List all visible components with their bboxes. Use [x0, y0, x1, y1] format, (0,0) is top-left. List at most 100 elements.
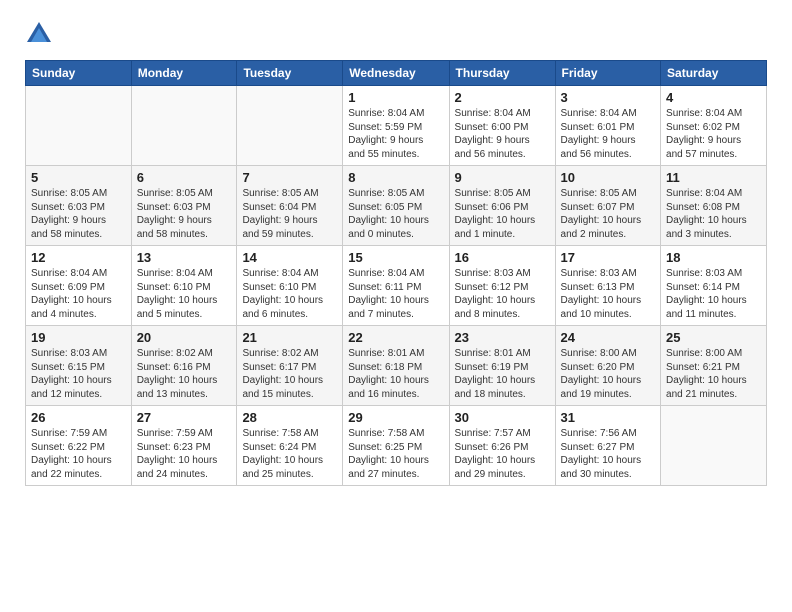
calendar-cell: 23 Sunrise: 8:01 AM Sunset: 6:19 PM Dayli…: [449, 326, 555, 406]
day-info: Sunrise: 8:05 AM Sunset: 6:05 PM Dayligh…: [348, 187, 443, 241]
day-number: 23: [455, 330, 550, 345]
calendar-cell: 17 Sunrise: 8:03 AM Sunset: 6:13 PM Dayli…: [555, 246, 661, 326]
day-number: 8: [348, 170, 443, 185]
day-info: Sunrise: 8:05 AM Sunset: 6:04 PM Dayligh…: [242, 187, 337, 241]
day-number: 1: [348, 90, 443, 105]
calendar-cell: 11Sunrise: 8:04 AM Sunset: 6:08 PM Dayli…: [661, 166, 767, 246]
calendar-cell: 1 Sunrise: 8:04 AM Sunset: 5:59 PM Daylig…: [343, 86, 449, 166]
day-number: 28: [242, 410, 337, 425]
day-info: Sunrise: 7:56 AM Sunset: 6:27 PM Dayligh…: [561, 427, 656, 481]
calendar-cell: 20 Sunrise: 8:02 AM Sunset: 6:16 PM Dayli…: [131, 326, 237, 406]
calendar-cell: 18 Sunrise: 8:03 AM Sunset: 6:14 PM Dayli…: [661, 246, 767, 326]
calendar-week-1: 1 Sunrise: 8:04 AM Sunset: 5:59 PM Daylig…: [26, 86, 767, 166]
calendar-cell: [237, 86, 343, 166]
calendar-cell: 27 Sunrise: 7:59 AM Sunset: 6:23 PM Dayli…: [131, 406, 237, 486]
calendar-cell: 29Sunrise: 7:58 AM Sunset: 6:25 PM Dayli…: [343, 406, 449, 486]
day-number: 16: [455, 250, 550, 265]
calendar-cell: 14 Sunrise: 8:04 AM Sunset: 6:10 PM Dayli…: [237, 246, 343, 326]
calendar-body: 1 Sunrise: 8:04 AM Sunset: 5:59 PM Daylig…: [26, 86, 767, 486]
day-number: 3: [561, 90, 656, 105]
day-number: 5: [31, 170, 126, 185]
day-info: Sunrise: 7:57 AM Sunset: 6:26 PM Dayligh…: [455, 427, 550, 481]
day-header-tuesday: Tuesday: [237, 61, 343, 86]
day-info: Sunrise: 8:03 AM Sunset: 6:12 PM Dayligh…: [455, 267, 550, 321]
calendar-cell: 19Sunrise: 8:03 AM Sunset: 6:15 PM Dayli…: [26, 326, 132, 406]
calendar-week-5: 26 Sunrise: 7:59 AM Sunset: 6:22 PM Dayli…: [26, 406, 767, 486]
day-number: 27: [137, 410, 232, 425]
calendar-cell: 30 Sunrise: 7:57 AM Sunset: 6:26 PM Dayli…: [449, 406, 555, 486]
day-info: Sunrise: 7:58 AM Sunset: 6:24 PM Dayligh…: [242, 427, 337, 481]
day-info: Sunrise: 7:59 AM Sunset: 6:22 PM Dayligh…: [31, 427, 126, 481]
day-number: 22: [348, 330, 443, 345]
calendar-cell: 10Sunrise: 8:05 AM Sunset: 6:07 PM Dayli…: [555, 166, 661, 246]
day-number: 9: [455, 170, 550, 185]
day-info: Sunrise: 8:01 AM Sunset: 6:19 PM Dayligh…: [455, 347, 550, 401]
calendar-cell: [26, 86, 132, 166]
day-number: 15: [348, 250, 443, 265]
calendar-cell: 24 Sunrise: 8:00 AM Sunset: 6:20 PM Dayli…: [555, 326, 661, 406]
calendar-week-2: 5 Sunrise: 8:05 AM Sunset: 6:03 PM Daylig…: [26, 166, 767, 246]
day-info: Sunrise: 8:04 AM Sunset: 6:10 PM Dayligh…: [137, 267, 232, 321]
calendar-cell: 21 Sunrise: 8:02 AM Sunset: 6:17 PM Dayli…: [237, 326, 343, 406]
calendar-cell: 31 Sunrise: 7:56 AM Sunset: 6:27 PM Dayli…: [555, 406, 661, 486]
day-number: 13: [137, 250, 232, 265]
day-info: Sunrise: 8:04 AM Sunset: 6:01 PM Dayligh…: [561, 107, 656, 161]
day-info: Sunrise: 8:04 AM Sunset: 6:10 PM Dayligh…: [242, 267, 337, 321]
day-number: 14: [242, 250, 337, 265]
calendar-cell: 6 Sunrise: 8:05 AM Sunset: 6:03 PM Daylig…: [131, 166, 237, 246]
calendar-cell: 26 Sunrise: 7:59 AM Sunset: 6:22 PM Dayli…: [26, 406, 132, 486]
day-info: Sunrise: 8:02 AM Sunset: 6:17 PM Dayligh…: [242, 347, 337, 401]
day-number: 2: [455, 90, 550, 105]
day-info: Sunrise: 8:05 AM Sunset: 6:06 PM Dayligh…: [455, 187, 550, 241]
day-info: Sunrise: 8:03 AM Sunset: 6:13 PM Dayligh…: [561, 267, 656, 321]
day-info: Sunrise: 8:00 AM Sunset: 6:21 PM Dayligh…: [666, 347, 761, 401]
day-number: 26: [31, 410, 126, 425]
day-header-monday: Monday: [131, 61, 237, 86]
day-info: Sunrise: 8:04 AM Sunset: 6:09 PM Dayligh…: [31, 267, 126, 321]
header: [25, 20, 767, 48]
day-header-wednesday: Wednesday: [343, 61, 449, 86]
day-info: Sunrise: 8:03 AM Sunset: 6:14 PM Dayligh…: [666, 267, 761, 321]
day-number: 20: [137, 330, 232, 345]
day-number: 31: [561, 410, 656, 425]
day-info: Sunrise: 8:04 AM Sunset: 6:08 PM Dayligh…: [666, 187, 761, 241]
calendar-cell: 12 Sunrise: 8:04 AM Sunset: 6:09 PM Dayli…: [26, 246, 132, 326]
day-number: 30: [455, 410, 550, 425]
calendar-header-row: SundayMondayTuesdayWednesdayThursdayFrid…: [26, 61, 767, 86]
calendar-cell: 28 Sunrise: 7:58 AM Sunset: 6:24 PM Dayli…: [237, 406, 343, 486]
day-info: Sunrise: 7:59 AM Sunset: 6:23 PM Dayligh…: [137, 427, 232, 481]
day-number: 12: [31, 250, 126, 265]
day-number: 21: [242, 330, 337, 345]
day-info: Sunrise: 8:04 AM Sunset: 6:02 PM Dayligh…: [666, 107, 761, 161]
day-info: Sunrise: 8:00 AM Sunset: 6:20 PM Dayligh…: [561, 347, 656, 401]
logo: [25, 20, 57, 48]
calendar-table: SundayMondayTuesdayWednesdayThursdayFrid…: [25, 60, 767, 486]
day-number: 10: [561, 170, 656, 185]
calendar-cell: [661, 406, 767, 486]
day-number: 7: [242, 170, 337, 185]
calendar-week-4: 19Sunrise: 8:03 AM Sunset: 6:15 PM Dayli…: [26, 326, 767, 406]
day-info: Sunrise: 8:01 AM Sunset: 6:18 PM Dayligh…: [348, 347, 443, 401]
calendar-cell: 9 Sunrise: 8:05 AM Sunset: 6:06 PM Daylig…: [449, 166, 555, 246]
logo-icon: [25, 20, 53, 48]
calendar-cell: [131, 86, 237, 166]
calendar-cell: 4Sunrise: 8:04 AM Sunset: 6:02 PM Daylig…: [661, 86, 767, 166]
day-info: Sunrise: 8:02 AM Sunset: 6:16 PM Dayligh…: [137, 347, 232, 401]
calendar-cell: 2Sunrise: 8:04 AM Sunset: 6:00 PM Daylig…: [449, 86, 555, 166]
calendar-cell: 7 Sunrise: 8:05 AM Sunset: 6:04 PM Daylig…: [237, 166, 343, 246]
day-info: Sunrise: 8:04 AM Sunset: 6:11 PM Dayligh…: [348, 267, 443, 321]
day-number: 6: [137, 170, 232, 185]
day-info: Sunrise: 8:04 AM Sunset: 5:59 PM Dayligh…: [348, 107, 443, 161]
day-header-sunday: Sunday: [26, 61, 132, 86]
day-number: 24: [561, 330, 656, 345]
day-header-thursday: Thursday: [449, 61, 555, 86]
day-info: Sunrise: 8:03 AM Sunset: 6:15 PM Dayligh…: [31, 347, 126, 401]
calendar-cell: 15 Sunrise: 8:04 AM Sunset: 6:11 PM Dayli…: [343, 246, 449, 326]
calendar-week-3: 12 Sunrise: 8:04 AM Sunset: 6:09 PM Dayli…: [26, 246, 767, 326]
calendar-cell: 13 Sunrise: 8:04 AM Sunset: 6:10 PM Dayli…: [131, 246, 237, 326]
day-info: Sunrise: 7:58 AM Sunset: 6:25 PM Dayligh…: [348, 427, 443, 481]
day-number: 18: [666, 250, 761, 265]
day-number: 17: [561, 250, 656, 265]
day-header-friday: Friday: [555, 61, 661, 86]
day-info: Sunrise: 8:05 AM Sunset: 6:03 PM Dayligh…: [137, 187, 232, 241]
